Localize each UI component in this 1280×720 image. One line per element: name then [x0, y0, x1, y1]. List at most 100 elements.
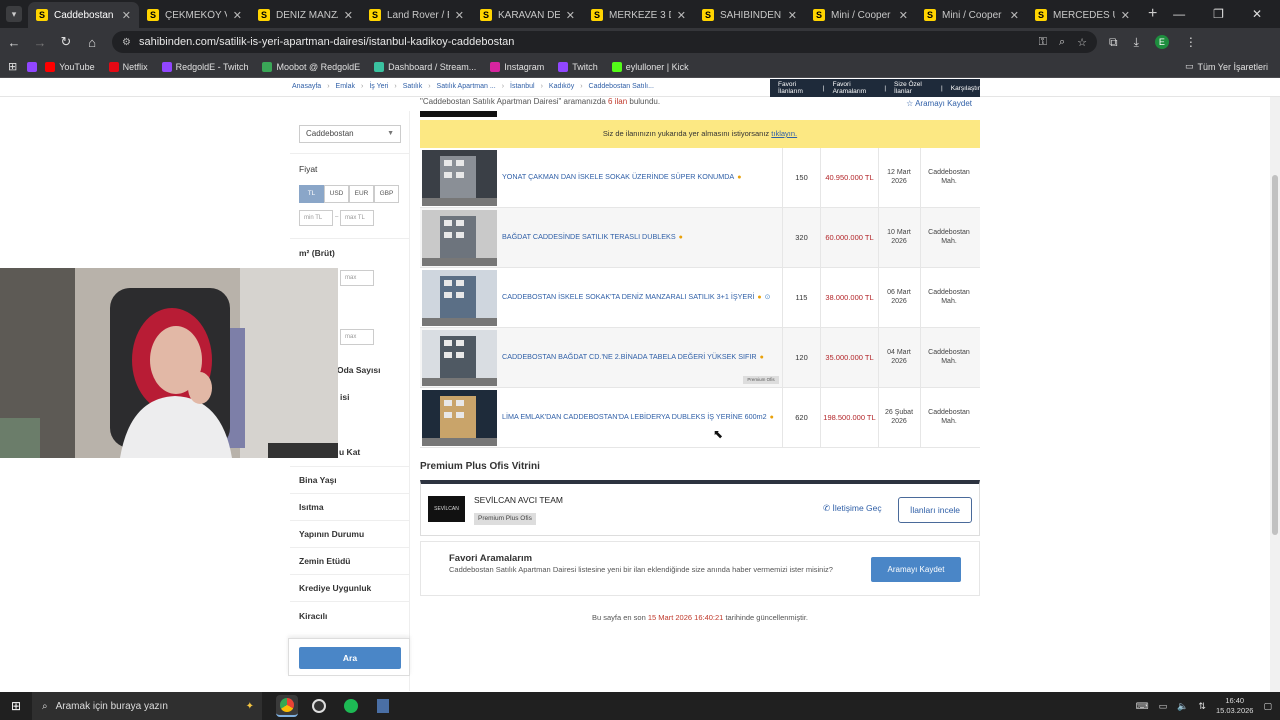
close-tab-icon[interactable]: ✕ [788, 9, 797, 22]
office-logo[interactable]: SEVİLCAN [428, 496, 465, 522]
windows-start-icon[interactable]: ⊞ [0, 699, 32, 713]
browser-tab[interactable]: S Land Rover / Range ✕ [361, 2, 472, 28]
bookmark-item[interactable]: RedgoldE - Twitch [161, 61, 248, 72]
browser-tab[interactable]: S ÇEKMEKÖY VİLLA ✕ [139, 2, 250, 28]
browser-tab[interactable]: S Caddebostan Satılık ✕ [28, 2, 139, 28]
listing-title[interactable]: CADDEBOSTAN BAĞDAT CD.'NE 2.BİNADA TABEL… [502, 352, 780, 361]
listing-row[interactable]: CADDEBOSTAN BAĞDAT CD.'NE 2.BİNADA TABEL… [420, 328, 980, 388]
all-bookmarks[interactable]: ▭ Tüm Yer İşaretleri [1185, 61, 1268, 72]
min-price-input[interactable]: min TL [299, 210, 333, 226]
bookmark-purple-icon[interactable] [27, 61, 38, 72]
credit-filter[interactable]: Krediye Uygunluk [299, 583, 371, 593]
video-play-icon[interactable]: ⊙ [765, 294, 771, 301]
promo-banner-link[interactable]: tıklayın. [771, 129, 797, 138]
bookmark-item[interactable]: Moobot @ RedgoldE [262, 61, 360, 72]
url-bar[interactable]: ⚙ sahibinden.com/satilik-is-yeri-apartma… [112, 31, 1097, 53]
max-price-input[interactable]: max TL [340, 210, 374, 226]
download-icon[interactable]: ⤓ [1134, 35, 1139, 50]
search-button[interactable]: Ara [299, 647, 401, 669]
clock[interactable]: 16:40 15.03.2026 [1216, 696, 1254, 716]
listing-row[interactable]: YONAT ÇAKMAN DAN İSKELE SOKAK ÜZERİNDE S… [420, 148, 980, 208]
close-tab-icon[interactable]: ✕ [1121, 9, 1130, 22]
listing-row[interactable]: LİMA EMLAK'DAN CADDEBOSTAN'DA LEBİDERYA … [420, 388, 980, 448]
listing-thumbnail[interactable] [422, 270, 497, 326]
top-link[interactable]: Favori İlanlarım [778, 81, 815, 95]
copilot-sparkle-icon[interactable]: ✦ [246, 701, 254, 712]
top-link[interactable]: Favori Aramalarım [833, 81, 877, 95]
close-tab-icon[interactable]: ✕ [677, 9, 686, 22]
notifications-icon[interactable]: ▢ [1263, 701, 1272, 712]
currency-option[interactable]: GBP [374, 185, 399, 203]
listing-title[interactable]: BAĞDAT CADDESİNDE SATILIK TERASLI DUBLEK… [502, 232, 780, 241]
close-window-icon[interactable]: ✕ [1252, 7, 1262, 21]
listing-title[interactable]: LİMA EMLAK'DAN CADDEBOSTAN'DA LEBİDERYA … [502, 412, 780, 421]
breadcrumb-item[interactable]: Kadıköy [549, 83, 574, 90]
password-key-icon[interactable]: ⚿ [1039, 36, 1047, 49]
browser-tab[interactable]: S SAHİBİNDEN ÇİFT ✕ [694, 2, 805, 28]
bookmark-item[interactable]: eylulloner | Kick [611, 61, 689, 72]
browser-menu-icon[interactable]: ⋮ [1185, 35, 1197, 49]
rooms-filter-label[interactable]: Oda Sayısı [337, 365, 380, 375]
listing-thumbnail[interactable] [422, 330, 497, 386]
close-tab-icon[interactable]: ✕ [122, 9, 131, 22]
breadcrumb-item[interactable]: Emlak [336, 83, 355, 90]
page-scrollbar[interactable] [1270, 97, 1280, 692]
breadcrumb-item[interactable]: Satılık Apartman ... [437, 83, 496, 90]
bookmark-item[interactable]: Dashboard / Stream... [374, 61, 476, 72]
listing-title[interactable]: CADDEBOSTAN İSKELE SOKAK'TA DENİZ MANZAR… [502, 292, 780, 301]
top-link[interactable]: Karşılaştır [951, 85, 980, 92]
heating-filter[interactable]: Isıtma [299, 502, 324, 512]
breadcrumb-item[interactable]: İş Yeri [369, 83, 388, 90]
bookmark-item[interactable]: Twitch [558, 61, 598, 72]
apps-grid-icon[interactable]: ⊞ [8, 60, 17, 73]
building-age-filter[interactable]: Bina Yaşı [299, 475, 337, 485]
extensions-icon[interactable]: ⧉ [1109, 35, 1118, 50]
browser-tab[interactable]: S DENİZ MANZARA ✕ [250, 2, 361, 28]
profile-avatar[interactable]: E [1154, 35, 1169, 49]
browser-tab[interactable]: S KARAVAN DEĞİL ✕ [472, 2, 583, 28]
zoom-icon[interactable]: ⌕ [1059, 36, 1065, 49]
contact-link[interactable]: ✆ İletişime Geç [823, 503, 882, 514]
currency-option[interactable]: EUR [349, 185, 374, 203]
breadcrumb-item[interactable]: Caddebostan Satılı... [589, 83, 654, 90]
close-tab-icon[interactable]: ✕ [899, 9, 908, 22]
new-tab-button[interactable]: + [1148, 5, 1157, 23]
floor-filter-label[interactable]: u Kat [339, 447, 360, 457]
listing-row[interactable]: CADDEBOSTAN İSKELE SOKAK'TA DENİZ MANZAR… [420, 268, 980, 328]
view-listings-button[interactable]: İlanları incele [898, 497, 972, 523]
soil-survey-filter[interactable]: Zemin Etüdü [299, 556, 350, 566]
close-tab-icon[interactable]: ✕ [455, 9, 464, 22]
browser-tab[interactable]: S Mini / Cooper / 1 ✕ [916, 2, 1027, 28]
tenant-filter[interactable]: Kiracılı [299, 611, 327, 621]
bookmark-item[interactable]: Netflix [108, 61, 148, 72]
listing-title[interactable]: YONAT ÇAKMAN DAN İSKELE SOKAK ÜZERİNDE S… [502, 172, 780, 181]
browser-tab[interactable]: S Mini / Cooper / 1 ✕ [805, 2, 916, 28]
spotify-icon[interactable] [340, 695, 362, 717]
chrome-icon[interactable] [276, 695, 298, 717]
close-tab-icon[interactable]: ✕ [233, 9, 242, 22]
listing-thumbnail[interactable] [422, 210, 497, 266]
listing-thumbnail[interactable] [422, 150, 497, 206]
network-icon[interactable]: ▭ [1159, 701, 1168, 712]
minimize-icon[interactable]: — [1173, 7, 1185, 21]
floors-filter-label[interactable]: isi [340, 392, 349, 402]
back-icon[interactable]: ← [2, 35, 26, 50]
site-info-icon[interactable]: ⚙ [122, 37, 131, 48]
max-area-input[interactable]: max [340, 270, 374, 286]
volume-icon[interactable]: 🔈 [1177, 701, 1188, 712]
max-input[interactable]: max [340, 329, 374, 345]
tab-search-button[interactable]: ▾ [6, 6, 22, 22]
save-search-link[interactable]: ☆ Aramayı Kaydet [906, 99, 972, 108]
scrollbar-thumb[interactable] [1272, 175, 1278, 535]
bookmark-star-icon[interactable]: ☆ [1077, 36, 1087, 49]
bookmark-item[interactable]: YouTube [45, 61, 95, 72]
close-tab-icon[interactable]: ✕ [344, 9, 353, 22]
location-select[interactable]: Caddebostan ▼ [299, 125, 401, 143]
top-link[interactable]: Size Özel İlanlar [894, 81, 933, 95]
language-icon[interactable]: ⇅ [1198, 701, 1206, 712]
taskbar-search[interactable]: ⌕ Aramak için buraya yazın ✦ [32, 692, 262, 720]
breadcrumb-item[interactable]: Anasayfa [292, 83, 321, 90]
reload-icon[interactable]: ↻ [54, 34, 78, 50]
currency-option[interactable]: USD [324, 185, 349, 203]
restore-icon[interactable]: ❐ [1213, 7, 1224, 21]
